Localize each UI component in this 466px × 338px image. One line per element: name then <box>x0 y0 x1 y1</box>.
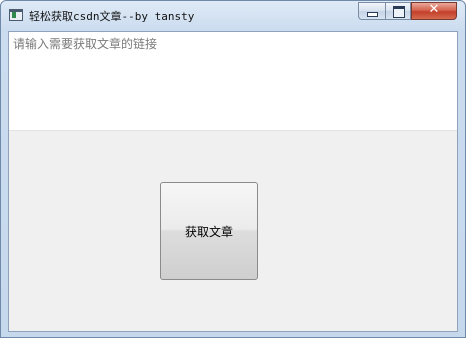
fetch-article-button[interactable]: 获取文章 <box>160 182 258 280</box>
minimize-button[interactable] <box>358 2 385 20</box>
window-title: 轻松获取csdn文章--by tansty <box>29 10 195 23</box>
close-icon: ✕ <box>428 2 440 17</box>
client-area: 获取文章 <box>8 31 458 332</box>
minimize-icon <box>367 12 378 17</box>
maximize-icon <box>393 6 405 18</box>
app-icon[interactable] <box>9 9 23 21</box>
maximize-button[interactable] <box>385 2 411 20</box>
app-window: 轻松获取csdn文章--by tansty ✕ 获取文章 <box>0 0 466 338</box>
close-button[interactable]: ✕ <box>411 2 457 20</box>
link-input[interactable] <box>9 32 457 131</box>
title-bar[interactable]: 轻松获取csdn文章--by tansty ✕ <box>1 1 465 31</box>
